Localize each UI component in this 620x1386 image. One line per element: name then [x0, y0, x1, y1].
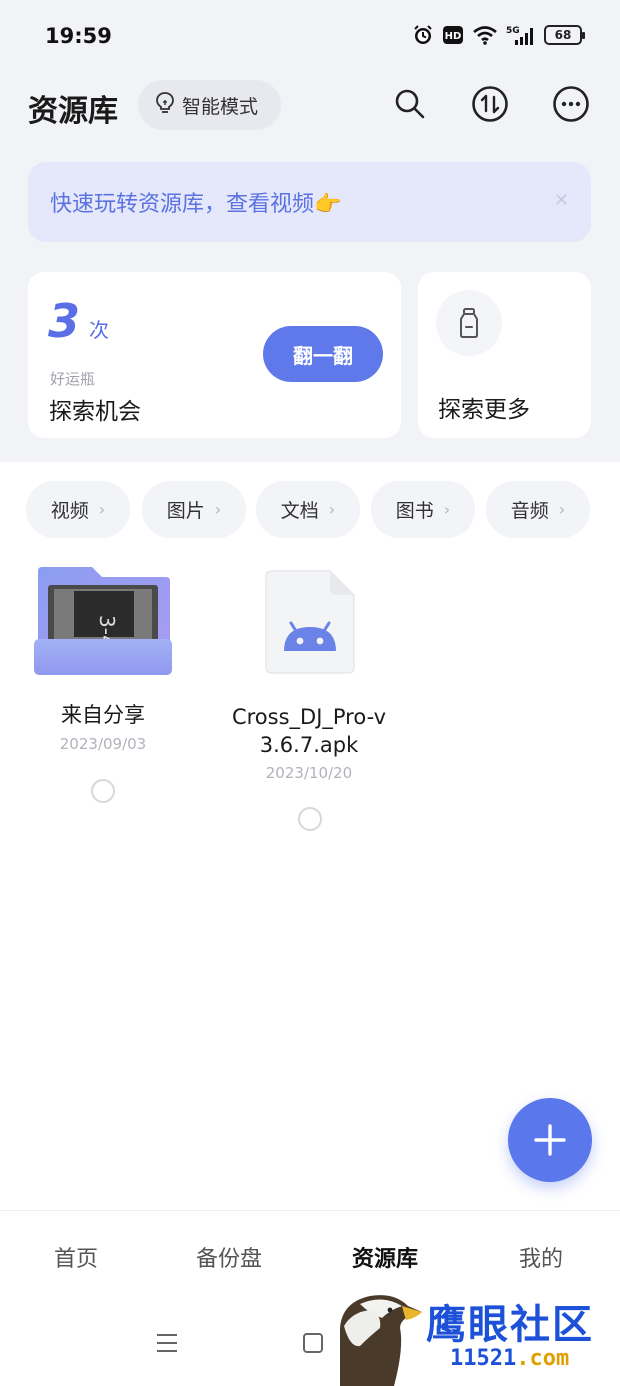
- svg-text:HD: HD: [445, 31, 462, 42]
- more-button[interactable]: [551, 84, 591, 124]
- bulb-icon: [154, 91, 176, 120]
- smart-mode-button[interactable]: 智能模式: [138, 80, 281, 130]
- banner-text: 快速玩转资源库，查看视频👉: [50, 192, 342, 217]
- nav-mine[interactable]: 我的: [519, 1241, 563, 1273]
- category-label: 视频: [50, 500, 89, 522]
- hd-icon: HD: [442, 25, 464, 45]
- bottle-icon: [436, 290, 502, 356]
- search-button[interactable]: [390, 84, 430, 124]
- chevron-right-icon: ›: [98, 500, 106, 519]
- nav-backup[interactable]: 备份盘: [196, 1241, 262, 1273]
- chance-count: 3: [48, 294, 81, 348]
- file-item[interactable]: Cross_DJ_Pro-v 3.6.7.apk 2023/10/20: [214, 565, 404, 845]
- file-item[interactable]: 3-4 来自分享 2023/09/03: [8, 565, 198, 815]
- category-label: 图片: [166, 500, 205, 522]
- android-apk-icon: [264, 569, 356, 679]
- category-tabs: 视频 › 图片 › 文档 › 图书 › 音频 ›: [26, 481, 620, 539]
- more-icon: [553, 86, 589, 122]
- add-button[interactable]: [508, 1098, 592, 1182]
- eagle-logo-icon: [340, 1295, 422, 1386]
- category-documents[interactable]: 文档 ›: [256, 481, 360, 538]
- wifi-icon: [472, 25, 498, 45]
- battery-icon: 68: [544, 25, 585, 45]
- lucky-card-title: 探索机会: [49, 399, 141, 425]
- tutorial-banner[interactable]: 快速玩转资源库，查看视频👉 ✕: [28, 162, 591, 242]
- watermark: 鹰眼社区 11521.com: [330, 1288, 620, 1386]
- category-label: 音频: [510, 500, 549, 522]
- explore-more-card[interactable]: 探索更多: [418, 272, 591, 438]
- smart-mode-label: 智能模式: [182, 95, 259, 118]
- nav-home[interactable]: 首页: [54, 1241, 98, 1273]
- file-date: 2023/09/03: [59, 735, 147, 753]
- lucky-card-subtitle: 好运瓶: [50, 370, 96, 388]
- chance-count-unit: 次: [89, 318, 109, 342]
- file-name: 来自分享: [61, 703, 145, 727]
- nav-library[interactable]: 资源库: [352, 1241, 418, 1273]
- flip-button[interactable]: 翻一翻: [263, 326, 383, 382]
- close-icon[interactable]: ✕: [554, 190, 569, 211]
- signal-icon: 5G: [506, 24, 536, 46]
- chevron-right-icon: ›: [214, 500, 222, 519]
- transfer-icon: [472, 86, 508, 122]
- folder-icon: 3-4: [34, 565, 172, 681]
- watermark-url-prefix: 11521: [450, 1346, 517, 1371]
- status-bar: 19:59 HD 5G 68: [0, 0, 620, 70]
- chevron-right-icon: ›: [443, 500, 451, 519]
- chevron-right-icon: ›: [328, 500, 336, 519]
- transfer-button[interactable]: [470, 84, 510, 124]
- home-square-icon[interactable]: [302, 1332, 324, 1358]
- select-checkbox[interactable]: [298, 807, 322, 831]
- category-images[interactable]: 图片 ›: [142, 481, 246, 538]
- watermark-url-suffix: .com: [516, 1346, 570, 1371]
- explore-card-title: 探索更多: [438, 397, 530, 423]
- chevron-right-icon: ›: [558, 500, 566, 519]
- menu-icon[interactable]: [155, 1332, 179, 1358]
- plus-icon: [534, 1124, 566, 1156]
- watermark-url: 11521.com: [450, 1346, 569, 1371]
- network-label: 5G: [506, 26, 520, 36]
- category-books[interactable]: 图书 ›: [371, 481, 475, 538]
- category-video[interactable]: 视频 ›: [26, 481, 130, 538]
- lucky-bottle-card[interactable]: 3 次 好运瓶 探索机会 翻一翻: [28, 272, 401, 438]
- status-time: 19:59: [45, 24, 112, 48]
- select-checkbox[interactable]: [91, 779, 115, 803]
- search-icon: [395, 89, 425, 119]
- category-audio[interactable]: 音频 ›: [486, 481, 590, 538]
- file-date: 2023/10/20: [265, 764, 353, 782]
- file-name-line-2: 3.6.7.apk: [259, 733, 359, 757]
- status-icons: HD 5G 68: [412, 24, 585, 46]
- file-name-line-1: Cross_DJ_Pro-v: [231, 705, 387, 729]
- page-title: 资源库: [28, 94, 118, 129]
- category-label: 文档: [280, 500, 319, 522]
- alarm-icon: [412, 24, 434, 46]
- watermark-text: 鹰眼社区: [426, 1301, 594, 1348]
- category-label: 图书: [395, 500, 434, 522]
